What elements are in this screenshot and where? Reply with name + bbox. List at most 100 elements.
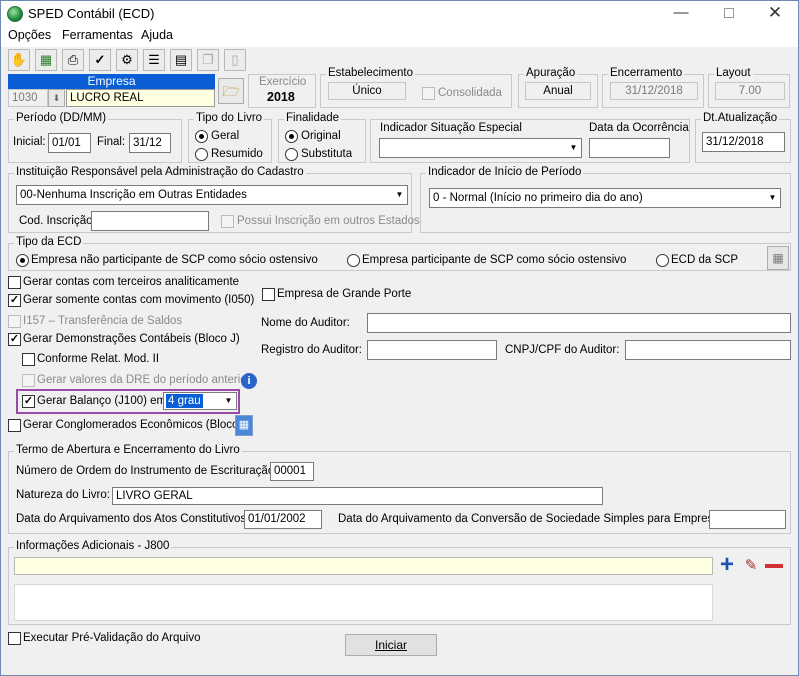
open-folder-icon[interactable]: 🗁 bbox=[218, 78, 244, 104]
chevron-down-icon[interactable]: ▼ bbox=[765, 189, 780, 207]
finalidade-group: Finalidade Original Substituta bbox=[278, 112, 366, 163]
gerar-movimento-checkbox[interactable]: ✓ bbox=[8, 294, 21, 307]
menu-ferramentas[interactable]: Ferramentas bbox=[62, 28, 133, 42]
edit-list-icon[interactable]: ☰ bbox=[143, 49, 165, 71]
radio-resumido-label: Resumido bbox=[211, 148, 263, 160]
dt-atualizacao-group: Dt.Atualização 31/12/2018 bbox=[695, 112, 791, 163]
tipo-ecd-group: Tipo da ECD Empresa não participante de … bbox=[8, 236, 791, 271]
radio-resumido[interactable] bbox=[195, 148, 208, 161]
i157-checkbox[interactable] bbox=[8, 315, 21, 328]
tipo-ecd-label: Tipo da ECD bbox=[14, 236, 84, 248]
cnpj-auditor-input[interactable] bbox=[625, 340, 791, 360]
data-ocorrencia-input[interactable] bbox=[589, 138, 670, 158]
indicador-situacao-select[interactable]: ▼ bbox=[379, 138, 582, 158]
consolidada-label: Consolidada bbox=[438, 87, 502, 99]
radio-ecd-scp[interactable] bbox=[656, 254, 669, 267]
inicial-label: Inicial: bbox=[13, 136, 46, 148]
final-input[interactable]: 31/12 bbox=[129, 133, 171, 153]
ordem-label: Número de Ordem do Instrumento de Escrit… bbox=[16, 465, 278, 477]
pre-validacao-label: Executar Pré-Validação do Arquivo bbox=[23, 632, 201, 644]
chevron-down-icon[interactable]: ▼ bbox=[221, 393, 236, 409]
conforme-checkbox[interactable] bbox=[22, 353, 35, 366]
possui-inscricao-label: Possui Inscrição em outros Estados bbox=[237, 215, 420, 227]
conversao-input[interactable] bbox=[709, 510, 786, 529]
gerar-terceiros-checkbox[interactable] bbox=[8, 276, 21, 289]
demonstracoes-label: Gerar Demonstrações Contábeis (Bloco J) bbox=[23, 333, 240, 345]
info-adicionais-label: Informações Adicionais - J800 bbox=[14, 540, 172, 552]
menu-opcoes[interactable]: Opções bbox=[8, 28, 51, 42]
balanco-grau-select[interactable]: 4 grau ▼ bbox=[163, 392, 237, 410]
demonstracoes-checkbox[interactable]: ✓ bbox=[8, 333, 21, 346]
arquivamento-input[interactable]: 01/01/2002 bbox=[244, 510, 322, 529]
ordem-input[interactable]: 00001 bbox=[270, 462, 314, 481]
dt-atualizacao-input[interactable]: 31/12/2018 bbox=[702, 132, 785, 152]
radio-nao-participante-scp[interactable] bbox=[16, 254, 29, 267]
remove-icon[interactable] bbox=[765, 564, 783, 568]
consolidada-checkbox[interactable] bbox=[422, 87, 435, 100]
edit-icon[interactable]: ✎ bbox=[741, 556, 761, 576]
network-icon[interactable]: ▦ bbox=[35, 49, 57, 71]
balanco-grau-value: 4 grau bbox=[166, 394, 203, 408]
empresa-spin-icon[interactable]: ⬇ bbox=[48, 89, 65, 107]
conglomerados-label: Gerar Conglomerados Econômicos (Bloco K) bbox=[23, 419, 254, 431]
indicador-situacao-label: Indicador Situação Especial bbox=[380, 122, 522, 134]
empresa-name[interactable]: LUCRO REAL bbox=[66, 89, 215, 107]
radio-geral[interactable] bbox=[195, 130, 208, 143]
close-icon[interactable]: ✕ bbox=[752, 1, 798, 27]
cnpj-auditor-label: CNPJ/CPF do Auditor: bbox=[505, 344, 620, 356]
dre-anterior-checkbox[interactable] bbox=[22, 374, 35, 387]
periodo-label: Período (DD/MM) bbox=[14, 112, 109, 124]
natureza-input[interactable]: LIVRO GERAL bbox=[112, 487, 603, 505]
add-icon[interactable]: + bbox=[717, 553, 737, 577]
building-icon[interactable]: ▦ bbox=[235, 415, 253, 436]
copy-icon[interactable]: ❐ bbox=[197, 49, 219, 71]
cod-inscricao-input[interactable] bbox=[91, 211, 209, 231]
cod-inscricao-label: Cod. Inscrição bbox=[19, 215, 93, 227]
arquivamento-label: Data do Arquivamento dos Atos Constituti… bbox=[16, 513, 250, 525]
radio-substituta-label: Substituta bbox=[301, 148, 353, 160]
radio-original[interactable] bbox=[285, 130, 298, 143]
radio-ecd-scp-label: ECD da SCP bbox=[671, 254, 739, 266]
menu-ajuda[interactable]: Ajuda bbox=[141, 28, 173, 42]
check-icon[interactable]: ✓ bbox=[89, 49, 111, 71]
inicio-periodo-select[interactable]: 0 - Normal (Início no primeiro dia do an… bbox=[429, 188, 781, 208]
page-icon[interactable]: ▯ bbox=[224, 49, 246, 71]
instituicao-select[interactable]: 00-Nenhuma Inscrição em Outras Entidades… bbox=[16, 185, 408, 205]
info-adicionais-input[interactable] bbox=[14, 557, 713, 575]
minimize-icon[interactable]: — bbox=[658, 1, 704, 27]
nome-auditor-input[interactable] bbox=[367, 313, 791, 333]
table-icon[interactable]: ▦ bbox=[767, 246, 789, 270]
gerar-movimento-label: Gerar somente contas com movimento (I050… bbox=[23, 294, 255, 306]
chevron-down-icon[interactable]: ▼ bbox=[566, 139, 581, 157]
possui-inscricao-checkbox[interactable] bbox=[221, 215, 234, 228]
iniciar-button[interactable]: Iniciar bbox=[345, 634, 437, 656]
grande-porte-checkbox[interactable] bbox=[262, 288, 275, 301]
info-adicionais-group: Informações Adicionais - J800 + ✎ bbox=[8, 540, 791, 625]
info-adicionais-list[interactable] bbox=[14, 584, 713, 621]
info-icon[interactable]: i bbox=[241, 373, 257, 389]
settings-icon[interactable]: ⚙ bbox=[116, 49, 138, 71]
printer-icon[interactable]: ⎙ bbox=[62, 49, 84, 71]
radio-substituta[interactable] bbox=[285, 148, 298, 161]
maximize-icon[interactable] bbox=[706, 1, 752, 27]
chevron-down-icon[interactable]: ▼ bbox=[392, 186, 407, 204]
encerramento-group: Encerramento 31/12/2018 bbox=[602, 67, 704, 108]
conglomerados-checkbox[interactable] bbox=[8, 419, 21, 432]
document-icon[interactable]: ▤ bbox=[170, 49, 192, 71]
radio-participante-scp[interactable] bbox=[347, 254, 360, 267]
estabelecimento-value: Único bbox=[328, 82, 406, 100]
periodo-group: Período (DD/MM) Inicial: 01/01 Final: 31… bbox=[8, 112, 182, 163]
inicio-periodo-value: 0 - Normal (Início no primeiro dia do an… bbox=[433, 192, 643, 204]
registro-auditor-input[interactable] bbox=[367, 340, 497, 360]
layout-value: 7.00 bbox=[715, 82, 785, 100]
balanco-checkbox[interactable]: ✓ bbox=[22, 395, 35, 408]
termo-label: Termo de Abertura e Encerramento do Livr… bbox=[14, 444, 242, 456]
dre-anterior-label: Gerar valores da DRE do período anterior bbox=[37, 374, 251, 386]
pre-validacao-checkbox[interactable] bbox=[8, 632, 21, 645]
registro-auditor-label: Registro do Auditor: bbox=[261, 344, 363, 356]
instituicao-label: Instituição Responsável pela Administraç… bbox=[14, 166, 306, 178]
inicial-input[interactable]: 01/01 bbox=[48, 133, 91, 153]
hand-icon[interactable]: ✋ bbox=[8, 49, 30, 71]
tipo-livro-label: Tipo do Livro bbox=[194, 112, 265, 124]
conversao-label: Data do Arquivamento da Conversão de Soc… bbox=[338, 513, 736, 525]
